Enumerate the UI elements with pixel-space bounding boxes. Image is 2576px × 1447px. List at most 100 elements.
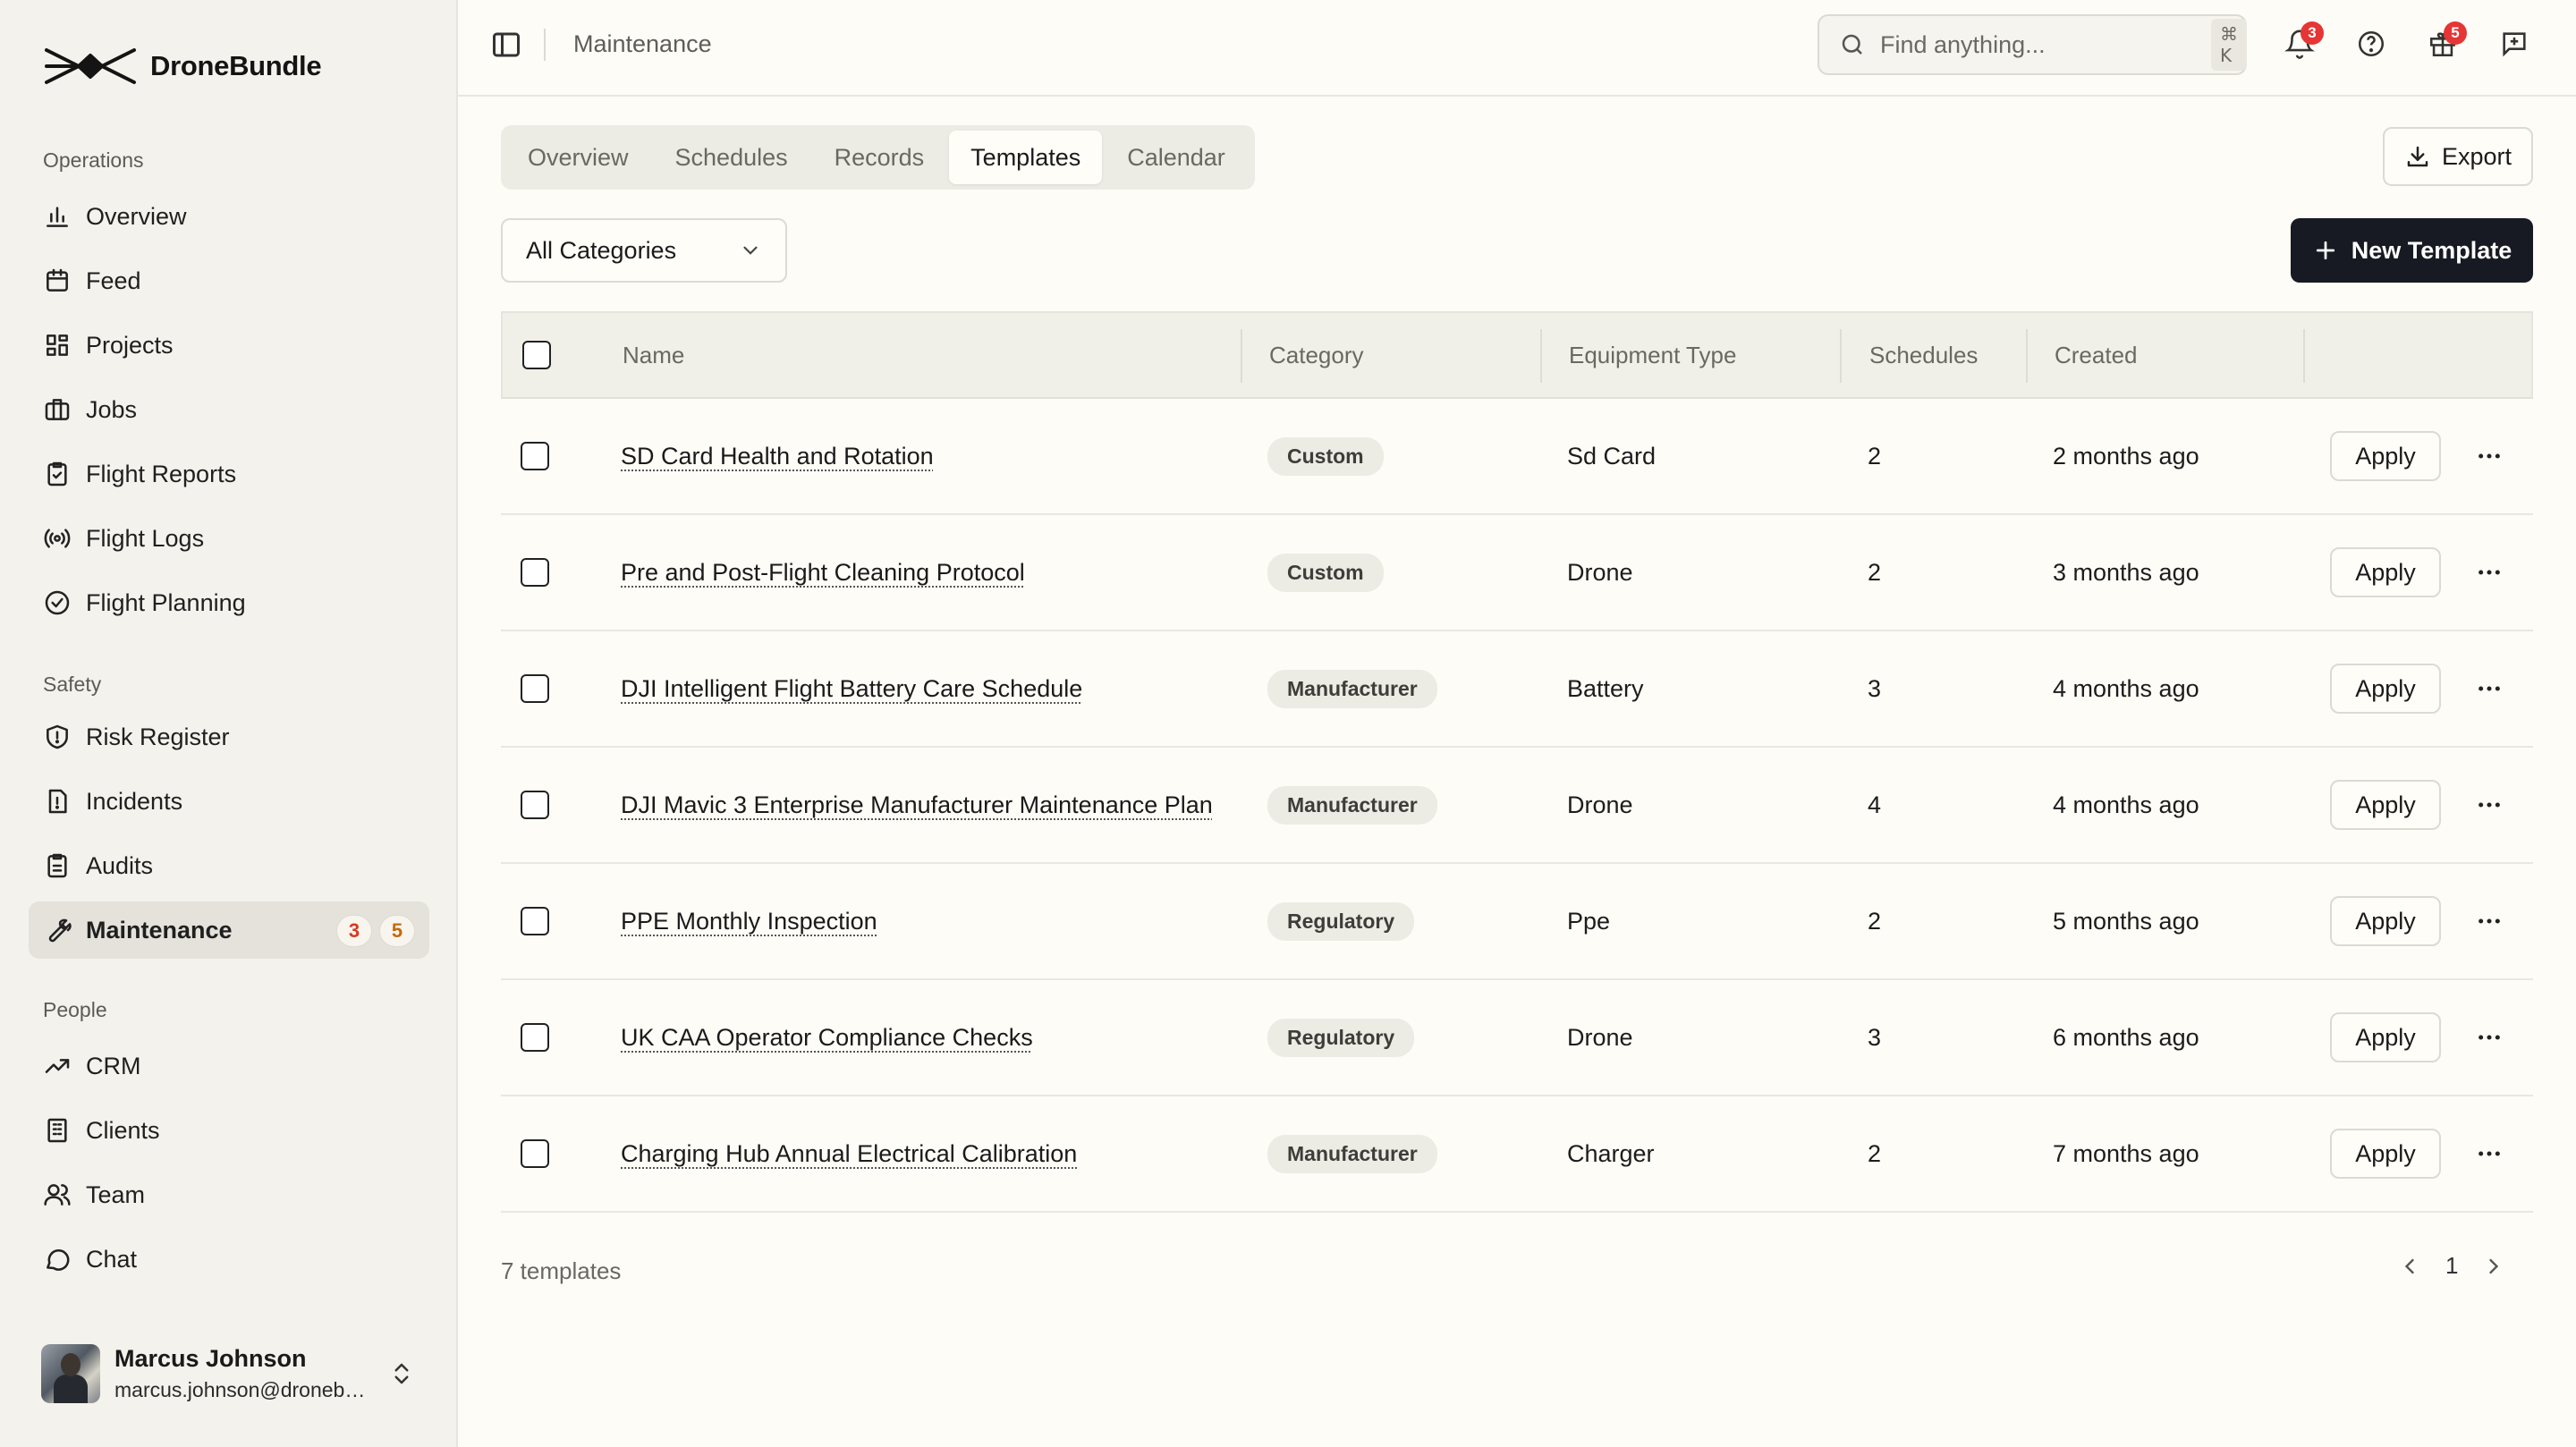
sidebar-item-jobs[interactable]: Jobs — [29, 381, 429, 438]
sidebar-item-team[interactable]: Team — [29, 1166, 429, 1223]
template-name-link[interactable]: Charging Hub Annual Electrical Calibrati… — [621, 1140, 1077, 1168]
brand[interactable]: DroneBundle — [43, 45, 322, 88]
table-row[interactable]: Pre and Post-Flight Cleaning Protocol Cus… — [501, 515, 2533, 631]
briefcase-icon — [43, 395, 72, 424]
clipboard-check-icon — [43, 460, 72, 488]
user-menu[interactable]: Marcus Johnson marcus.johnson@dronebundl… — [41, 1343, 417, 1404]
schedule-count: 2 — [1868, 558, 1882, 586]
row-checkbox[interactable] — [521, 442, 549, 470]
sidebar-item-projects[interactable]: Projects — [29, 317, 429, 374]
row-checkbox[interactable] — [521, 791, 549, 819]
gift-icon[interactable]: 5 — [2428, 21, 2467, 59]
tab-records[interactable]: Records — [813, 131, 946, 184]
template-name-link[interactable]: UK CAA Operator Compliance Checks — [621, 1024, 1033, 1052]
row-checkbox[interactable] — [521, 1139, 549, 1168]
apply-button[interactable]: Apply — [2330, 664, 2441, 714]
sidebar-item-chat[interactable]: Chat — [29, 1231, 429, 1288]
sidebar-toggle-icon[interactable] — [490, 29, 522, 61]
sidebar-item-incidents[interactable]: Incidents — [29, 773, 429, 830]
table-row[interactable]: Charging Hub Annual Electrical Calibrati… — [501, 1096, 2533, 1213]
template-name-link[interactable]: SD Card Health and Rotation — [621, 443, 934, 470]
apply-button[interactable]: Apply — [2330, 431, 2441, 481]
current-page[interactable]: 1 — [2445, 1252, 2458, 1280]
notification-badge: 3 — [2301, 21, 2324, 45]
tab-templates[interactable]: Templates — [949, 131, 1103, 184]
table-row[interactable]: DJI Mavic 3 Enterprise Manufacturer Main… — [501, 748, 2533, 864]
chevron-left-icon[interactable] — [2397, 1254, 2422, 1279]
search-box[interactable]: ⌘ K — [1818, 14, 2247, 75]
sidebar-item-crm[interactable]: CRM — [29, 1037, 429, 1095]
more-horizontal-icon[interactable] — [2475, 1023, 2504, 1052]
column-header-name[interactable]: Name — [623, 313, 684, 397]
table-row[interactable]: SD Card Health and Rotation Custom Sd Card… — [501, 399, 2533, 515]
apply-button[interactable]: Apply — [2330, 896, 2441, 946]
user-email: marcus.johnson@dronebundle.com — [114, 1378, 374, 1401]
column-header-created[interactable]: Created — [2055, 313, 2138, 397]
equipment-type: Battery — [1567, 674, 1644, 702]
more-horizontal-icon[interactable] — [2475, 1139, 2504, 1168]
table-row[interactable]: PPE Monthly Inspection Regulatory Ppe 2 5 mo… — [501, 864, 2533, 980]
equipment-type: Ppe — [1567, 907, 1611, 935]
more-horizontal-icon[interactable] — [2475, 907, 2504, 935]
category-badge: Custom — [1267, 553, 1384, 592]
sidebar-item-clients[interactable]: Clients — [29, 1102, 429, 1159]
row-checkbox[interactable] — [521, 1023, 549, 1052]
help-icon[interactable] — [2356, 29, 2386, 59]
row-checkbox[interactable] — [521, 674, 549, 703]
apply-button[interactable]: Apply — [2330, 1129, 2441, 1179]
search-icon — [1839, 31, 1866, 58]
created-date: 6 months ago — [2053, 1023, 2199, 1051]
column-header-category[interactable]: Category — [1269, 313, 1364, 397]
equipment-type: Charger — [1567, 1139, 1655, 1167]
sidebar-item-audits[interactable]: Audits — [29, 837, 429, 894]
apply-button[interactable]: Apply — [2330, 1012, 2441, 1062]
sidebar-item-label: Clients — [86, 1116, 160, 1144]
table-row[interactable]: DJI Intelligent Flight Battery Care Sche… — [501, 631, 2533, 748]
column-divider — [1840, 329, 1842, 383]
template-name-link[interactable]: DJI Mavic 3 Enterprise Manufacturer Main… — [621, 791, 1213, 819]
sidebar-item-flight-planning[interactable]: Flight Planning — [29, 574, 429, 631]
schedule-count: 2 — [1868, 1139, 1882, 1167]
sidebar-item-flight-reports[interactable]: Flight Reports — [29, 445, 429, 503]
category-filter-select[interactable]: All Categories — [501, 218, 787, 283]
new-template-button[interactable]: New Template — [2291, 218, 2533, 283]
sidebar-item-label: Flight Reports — [86, 460, 237, 487]
more-horizontal-icon[interactable] — [2475, 442, 2504, 470]
column-header-schedules[interactable]: Schedules — [1869, 313, 1978, 397]
sidebar-item-risk-register[interactable]: Risk Register — [29, 708, 429, 766]
sidebar-item-maintenance[interactable]: Maintenance 3 5 — [29, 901, 429, 959]
feedback-icon[interactable] — [2499, 29, 2529, 59]
bell-icon[interactable]: 3 — [2284, 21, 2324, 59]
more-horizontal-icon[interactable] — [2475, 791, 2504, 819]
tab-calendar[interactable]: Calendar — [1106, 131, 1247, 184]
chevrons-up-down-icon[interactable] — [388, 1360, 415, 1387]
tab-overview[interactable]: Overview — [506, 131, 650, 184]
sidebar-item-feed[interactable]: Feed — [29, 252, 429, 309]
row-checkbox[interactable] — [521, 558, 549, 587]
schedule-count: 4 — [1868, 791, 1882, 818]
chevron-right-icon[interactable] — [2481, 1254, 2506, 1279]
apply-button[interactable]: Apply — [2330, 780, 2441, 830]
sidebar-item-overview[interactable]: Overview — [29, 188, 429, 245]
sidebar-item-flight-logs[interactable]: Flight Logs — [29, 510, 429, 567]
apply-button[interactable]: Apply — [2330, 547, 2441, 597]
category-badge: Manufacturer — [1267, 1134, 1437, 1173]
sidebar-item-label: Flight Planning — [86, 588, 246, 616]
more-horizontal-icon[interactable] — [2475, 674, 2504, 703]
template-name-link[interactable]: Pre and Post-Flight Cleaning Protocol — [621, 559, 1025, 587]
category-badge: Regulatory — [1267, 901, 1415, 941]
row-checkbox[interactable] — [521, 907, 549, 935]
shortcut-hint: ⌘ K — [2211, 19, 2247, 71]
column-divider — [2303, 329, 2305, 383]
template-name-link[interactable]: DJI Intelligent Flight Battery Care Sche… — [621, 675, 1082, 703]
more-horizontal-icon[interactable] — [2475, 558, 2504, 587]
export-button[interactable]: Export — [2383, 127, 2533, 186]
table-row[interactable]: UK CAA Operator Compliance Checks Regulat… — [501, 980, 2533, 1096]
template-name-link[interactable]: PPE Monthly Inspection — [621, 908, 877, 935]
created-date: 4 months ago — [2053, 674, 2199, 702]
select-all-checkbox[interactable] — [522, 341, 551, 369]
column-header-equipment-type[interactable]: Equipment Type — [1569, 313, 1736, 397]
tab-schedules[interactable]: Schedules — [654, 131, 809, 184]
created-date: 3 months ago — [2053, 558, 2199, 586]
search-input[interactable] — [1880, 30, 2197, 59]
